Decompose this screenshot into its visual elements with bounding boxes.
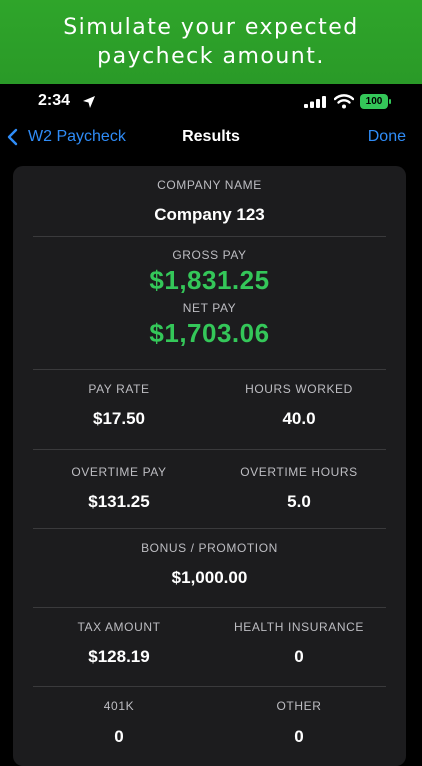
divider <box>33 528 386 529</box>
page-title: Results <box>182 128 240 145</box>
other-value: 0 <box>294 727 304 746</box>
net-pay-label: NET PAY <box>182 301 237 315</box>
divider <box>33 369 386 370</box>
pay-rate-label: PAY RATE <box>88 382 150 396</box>
net-pay-value: $1,703.06 <box>149 318 270 348</box>
location-arrow-icon <box>83 96 95 108</box>
phone-screen: 2:34 100 W2 Paycheck Results Done COMPAN… <box>0 84 422 766</box>
overtime-pay-label: OVERTIME PAY <box>71 465 167 479</box>
bonus-label: BONUS / PROMOTION <box>141 541 278 555</box>
overtime-hours-label: OVERTIME HOURS <box>240 465 358 479</box>
battery-nub <box>389 99 391 104</box>
promo-banner: Simulate your expected paycheck amount. <box>0 0 422 84</box>
company-name-value: Company 123 <box>154 205 265 224</box>
health-insurance-value: 0 <box>294 647 304 666</box>
cellular-signal-icon <box>304 96 326 108</box>
hours-worked-value: 40.0 <box>282 409 316 428</box>
gross-pay-label: GROSS PAY <box>172 248 247 262</box>
401k-label: 401K <box>103 699 135 713</box>
other-label: OTHER <box>276 699 322 713</box>
status-bar: 2:34 100 <box>0 84 422 120</box>
promo-line-1: Simulate your expected <box>63 15 359 40</box>
wifi-icon <box>334 94 354 109</box>
divider <box>33 236 386 237</box>
pay-rate-value: $17.50 <box>93 409 145 428</box>
battery-icon: 100 <box>360 94 392 109</box>
gross-pay-value: $1,831.25 <box>149 265 270 295</box>
overtime-hours-value: 5.0 <box>287 492 311 511</box>
battery-level: 100 <box>360 94 388 109</box>
tax-amount-label: TAX AMOUNT <box>77 620 161 634</box>
status-time: 2:34 <box>38 92 71 109</box>
health-insurance-label: HEALTH INSURANCE <box>233 620 365 634</box>
navigation-bar: W2 Paycheck Results Done <box>0 120 422 156</box>
done-button[interactable]: Done <box>368 128 406 146</box>
bonus-value: $1,000.00 <box>171 568 248 587</box>
divider <box>33 607 386 608</box>
promo-line-2: paycheck amount. <box>97 44 325 69</box>
results-card: COMPANY NAME Company 123 GROSS PAY $1,83… <box>13 166 406 766</box>
overtime-pay-value: $131.25 <box>88 492 150 511</box>
divider <box>33 449 386 450</box>
tax-amount-value: $128.19 <box>88 647 150 666</box>
promo-text: Simulate your expected paycheck amount. <box>63 13 359 71</box>
company-name-label: COMPANY NAME <box>157 178 262 192</box>
divider <box>33 686 386 687</box>
401k-value: 0 <box>114 727 124 746</box>
hours-worked-label: HOURS WORKED <box>245 382 353 396</box>
